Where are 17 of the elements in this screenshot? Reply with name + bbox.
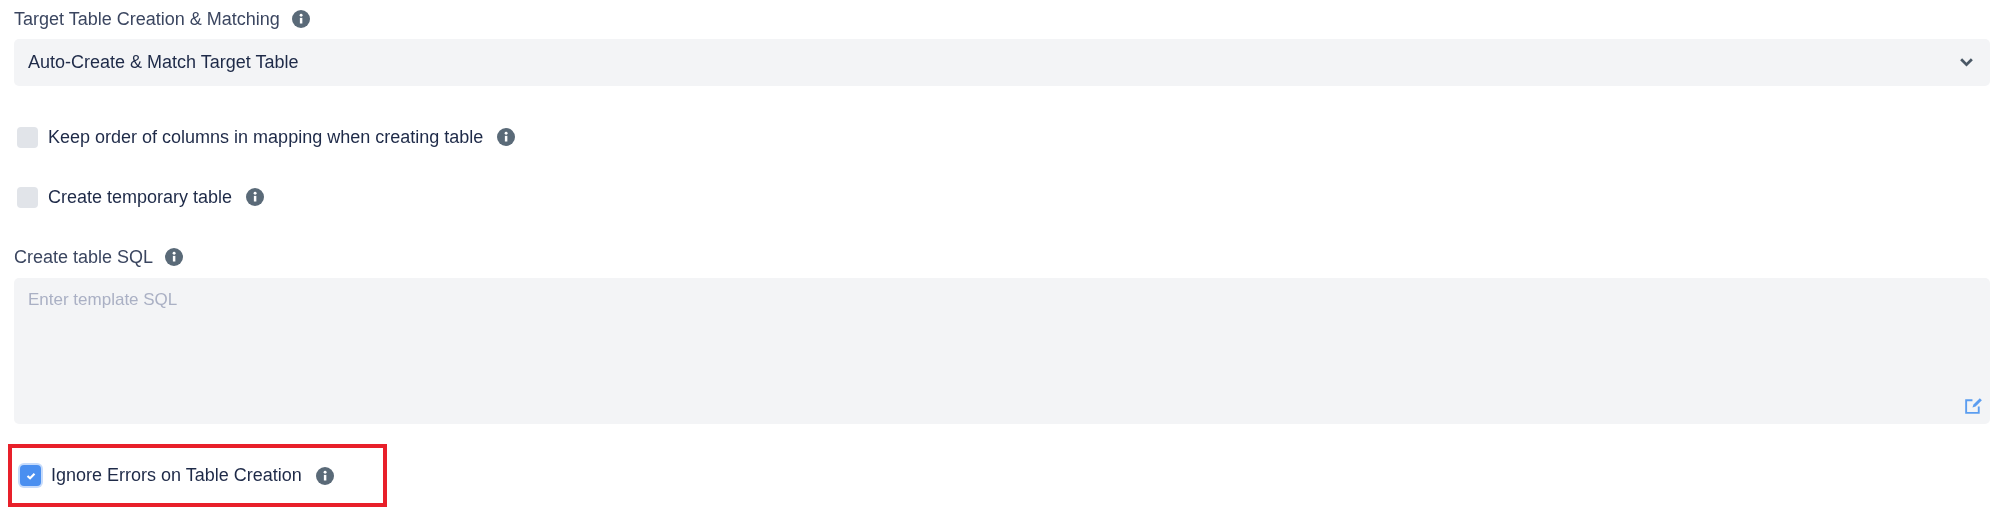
checkbox[interactable] bbox=[20, 465, 41, 486]
info-icon[interactable] bbox=[291, 10, 310, 28]
checkbox[interactable] bbox=[17, 126, 38, 148]
info-icon[interactable] bbox=[497, 128, 516, 146]
field-label: Target Table Creation & Matching bbox=[14, 8, 280, 30]
edit-icon[interactable] bbox=[1963, 395, 1984, 416]
chevron-down-icon bbox=[1959, 57, 1974, 68]
checkbox-label[interactable]: Create temporary table bbox=[48, 186, 233, 208]
checkbox[interactable] bbox=[17, 186, 38, 208]
checkbox-label[interactable]: Ignore Errors on Table Creation bbox=[51, 465, 302, 486]
dropdown-field[interactable]: Auto-Create & Match Target Table bbox=[14, 39, 1990, 86]
checkbox-label[interactable]: Keep order of columns in mapping when creating table bbox=[48, 126, 484, 148]
info-icon[interactable] bbox=[165, 248, 184, 266]
field-label: Create table SQL bbox=[14, 246, 154, 268]
sql-text-area[interactable]: Enter template SQL bbox=[14, 278, 1990, 424]
info-icon[interactable] bbox=[315, 466, 334, 485]
info-icon[interactable] bbox=[246, 188, 265, 206]
